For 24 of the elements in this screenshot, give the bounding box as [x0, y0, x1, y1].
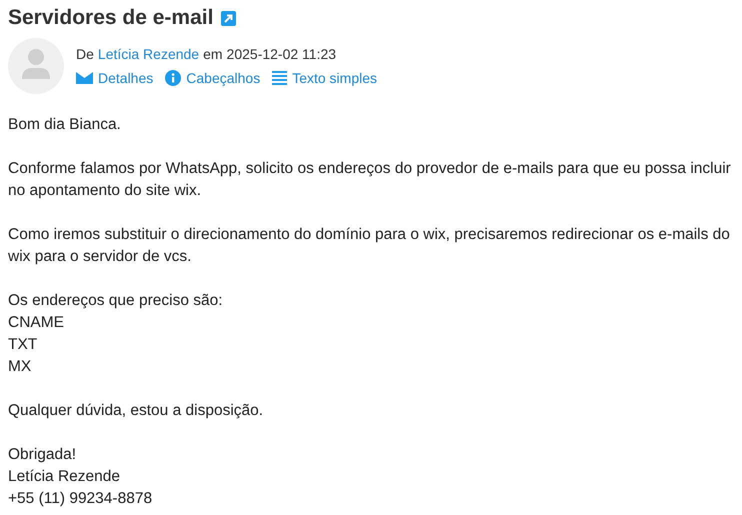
- action-link[interactable]: Texto simples: [272, 68, 378, 88]
- avatar-icon: [8, 38, 64, 94]
- external-link-icon[interactable]: [221, 10, 236, 26]
- body-text: Bom dia Bianca.: [8, 115, 122, 135]
- body-text: Conforme falamos por WhatsApp, solicito os endereços do provedor de e-mails para que eu possa incluir no apontamento do site wix.: [8, 159, 732, 201]
- body-text: Como iremos substituir o direcionamento do domínio para o wix, precisaremos redirecionar os e-mails do wix para o servidor de vcs.: [8, 225, 731, 267]
- body-text: CNAME: [8, 313, 65, 333]
- envelope-icon: [76, 72, 93, 84]
- list-icon: [272, 71, 288, 85]
- sender-link[interactable]: Letícia Rezende: [98, 44, 200, 64]
- from-label: De: [76, 45, 94, 64]
- body-text: TXT: [8, 335, 38, 355]
- body-text: Letícia Rezende: [8, 467, 122, 487]
- body-text: MX: [8, 357, 32, 377]
- sent-date: 2025-12-02 11:23: [226, 45, 336, 64]
- action-link[interactable]: Detalhes: [76, 68, 154, 88]
- email-subject: Servidores de e-mail: [8, 5, 214, 31]
- info-icon: [165, 70, 182, 86]
- action-link[interactable]: Cabeçalhos: [165, 68, 260, 88]
- body-text: Os endereços que preciso são:: [8, 291, 224, 311]
- date-label: em: [203, 45, 223, 64]
- body-text: Obrigada!: [8, 445, 78, 465]
- body-text: +55 (11) 99234-8878: [8, 489, 154, 509]
- body-text: Qualquer dúvida, estou a disposição.: [8, 401, 264, 421]
